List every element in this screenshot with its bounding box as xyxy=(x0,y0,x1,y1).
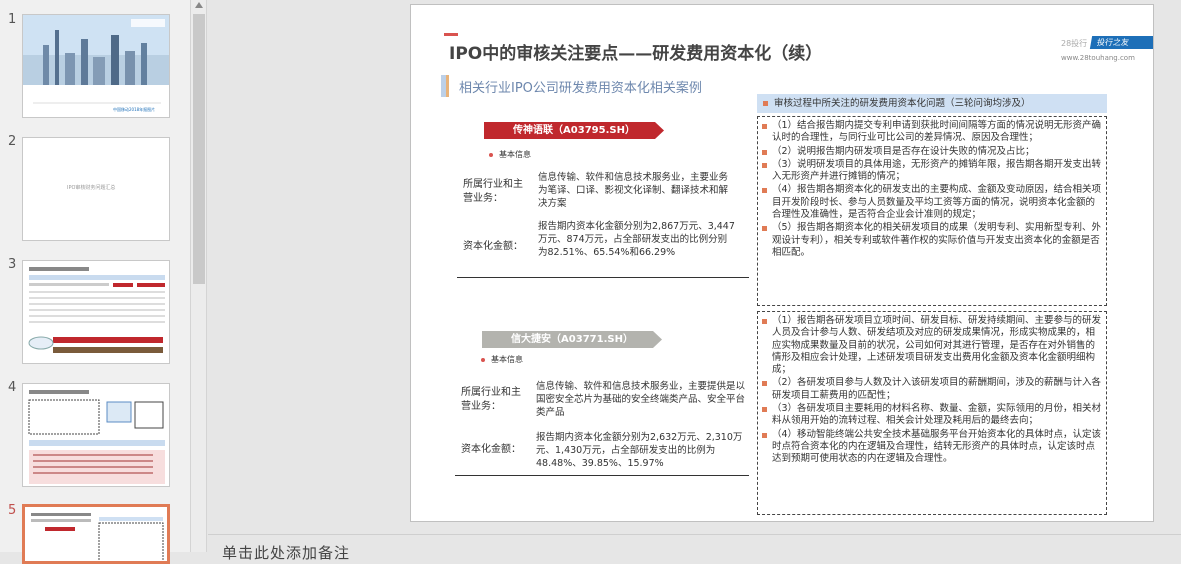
logo-url: www.28touhang.com xyxy=(1061,54,1135,62)
thumbnail-preview xyxy=(28,267,165,353)
case2-banner: 信大捷安（A03771.SH） xyxy=(482,331,662,348)
slide-thumbnail-5-selected[interactable] xyxy=(22,504,170,564)
slide-title: IPO中的审核关注要点——研发费用资本化（续） xyxy=(449,44,823,64)
subtitle-bar-accent xyxy=(446,75,449,97)
slide-editor-area: IPO中的审核关注要点——研发费用资本化（续） 28投行 投行之友 www.28… xyxy=(208,0,1181,562)
case2-capital-label: 资本化金额： xyxy=(461,444,521,455)
issue-item: （2）各研发项目参与人数及计入该研发项目的薪酬期间，涉及的薪酬与计入各研发项目工… xyxy=(762,377,1102,402)
slide-thumbnail-2[interactable]: IPO审核财务问题汇总 xyxy=(22,137,170,241)
title-accent-line xyxy=(444,33,458,36)
scrollbar-thumb[interactable] xyxy=(193,14,205,284)
slide-number-2: 2 xyxy=(8,134,17,149)
case1-capital-label: 资本化金额： xyxy=(463,241,523,252)
thumbnail-caption: 中国移动2018年报图片 xyxy=(113,107,156,112)
slide-subtitle: 相关行业IPO公司研发费用资本化相关案例 xyxy=(459,81,702,96)
logo-small-text: 28投行 xyxy=(1061,39,1088,48)
case1-issues-box: （1）结合报告期内提交专利申请到获批时间间隔等方面的情况说明无形资产确认时的合理… xyxy=(757,116,1107,306)
case2-industry-value: 信息传输、软件和信息技术服务业，主要提供是以国密安全芯片为基础的安全终端类产品、… xyxy=(536,381,746,418)
thumbnail-scrollbar[interactable] xyxy=(190,0,207,552)
slide-thumbnail-1[interactable]: 中国移动2018年报图片 xyxy=(22,14,170,118)
issue-item: （1）报告期各研发项目立项时间、研发目标、研发持续期间、主要参与的研发人员及合计… xyxy=(762,315,1102,376)
case1-basic-info: 基本信息 xyxy=(489,149,531,160)
case1-banner: 传神语联（A03795.SH） xyxy=(484,122,664,139)
scroll-up-arrow-icon[interactable] xyxy=(195,2,203,8)
slide-number-4: 4 xyxy=(8,380,17,395)
notes-placeholder[interactable]: 单击此处添加备注 xyxy=(222,542,350,563)
case1-industry-value: 信息传输、软件和信息技术服务业，主要业务为笔译、口译、影视文化译制、翻译技术和解… xyxy=(538,172,729,209)
case2-divider xyxy=(455,475,749,476)
slide-number-1: 1 xyxy=(8,12,17,27)
issue-item: （4）报告期各期资本化的研发支出的主要构成、金额及变动原因，结合相关项目开发阶段… xyxy=(762,184,1102,221)
case2-issues-box: （1）报告期各研发项目立项时间、研发目标、研发持续期间、主要参与的研发人员及合计… xyxy=(757,311,1107,515)
thumbnail-preview xyxy=(28,390,165,484)
issue-item: （3）各研发项目主要耗用的材料名称、数量、金额，实际领用的月份，相关材料从领用开… xyxy=(762,403,1102,428)
notes-pane[interactable]: 单击此处添加备注 xyxy=(208,534,1181,562)
slide-canvas[interactable]: IPO中的审核关注要点——研发费用资本化（续） 28投行 投行之友 www.28… xyxy=(410,4,1154,522)
slide-thumbnail-4[interactable] xyxy=(22,383,170,487)
case2-capital-value: 报告期内资本化金额分别为2,632万元、2,310万元、1,430万元，占全部研… xyxy=(536,432,743,469)
slide-number-3: 3 xyxy=(8,257,17,272)
thumbnail-preview xyxy=(31,513,164,561)
logo-tag: 投行之友 xyxy=(1089,36,1153,49)
slide-thumbnail-3[interactable] xyxy=(22,260,170,364)
case1-divider xyxy=(457,277,749,278)
thumbnail-caption: IPO审核财务问题汇总 xyxy=(67,185,116,191)
case1-industry-label: 所属行业和主营业务： xyxy=(463,179,523,204)
case1-capital-value: 报告期内资本化金额分别为2,867万元、3,447万元、874万元，占全部研发支… xyxy=(538,221,735,258)
review-issues-header: 审核过程中所关注的研发费用资本化问题（三轮问询均涉及） xyxy=(757,94,1107,113)
issue-item: （5）报告期各期资本化的相关研发项目的成果（发明专利、实用新型专利、外观设计专利… xyxy=(762,222,1102,259)
city-skyline-image xyxy=(23,15,169,117)
issue-item: （3）说明研发项目的具体用途，无形资产的摊销年限，报告期各期开发支出转入无形资产… xyxy=(762,159,1102,184)
issue-item: （2）说明报告期内研发项目是否存在设计失败的情况及占比； xyxy=(762,146,1102,158)
case2-industry-label: 所属行业和主营业务： xyxy=(461,387,521,412)
slide-number-5: 5 xyxy=(8,503,17,518)
issue-item: （1）结合报告期内提交专利申请到获批时间间隔等方面的情况说明无形资产确认时的合理… xyxy=(762,120,1102,145)
issue-item: （4）移动智能终端公共安全技术基础服务平台开始资本化的具体时点，认定该时点符合资… xyxy=(762,429,1102,466)
case2-basic-info: 基本信息 xyxy=(481,354,523,365)
slide-thumbnail-pane: 1 中国移动2018年报图片 2 IPO审核财务问题汇总 3 4 5 xyxy=(0,0,190,564)
